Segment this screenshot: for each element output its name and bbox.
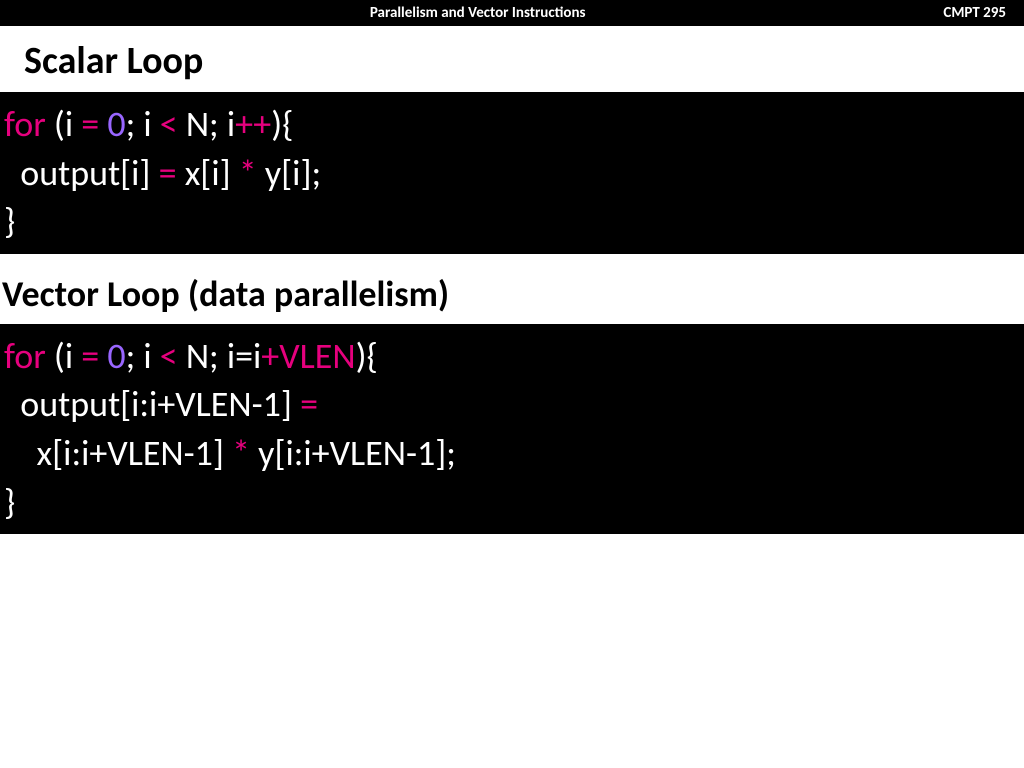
- banner-course: CMPT 295: [943, 4, 1012, 22]
- code-line: x[i:i+VLEN-1] * y[i:i+VLEN-1];: [4, 429, 1020, 478]
- code-line: for (i = 0; i < N; i=i+VLEN){: [4, 332, 1020, 381]
- code-line: for (i = 0; i < N; i++){: [4, 100, 1020, 149]
- code-line: output[i] = x[i] * y[i];: [4, 149, 1020, 198]
- banner-title: Parallelism and Vector Instructions: [12, 4, 943, 22]
- code-block-scalar: for (i = 0; i < N; i++){ output[i] = x[i…: [0, 92, 1024, 254]
- heading-scalar-loop: Scalar Loop: [0, 26, 1024, 92]
- code-line: }: [4, 478, 1020, 527]
- top-banner: Parallelism and Vector Instructions CMPT…: [0, 0, 1024, 26]
- code-line: output[i:i+VLEN-1] =: [4, 380, 1020, 429]
- code-block-vector: for (i = 0; i < N; i=i+VLEN){ output[i:i…: [0, 324, 1024, 534]
- code-line: }: [4, 197, 1020, 246]
- heading-vector-loop: Vector Loop (data parallelism): [0, 254, 1024, 324]
